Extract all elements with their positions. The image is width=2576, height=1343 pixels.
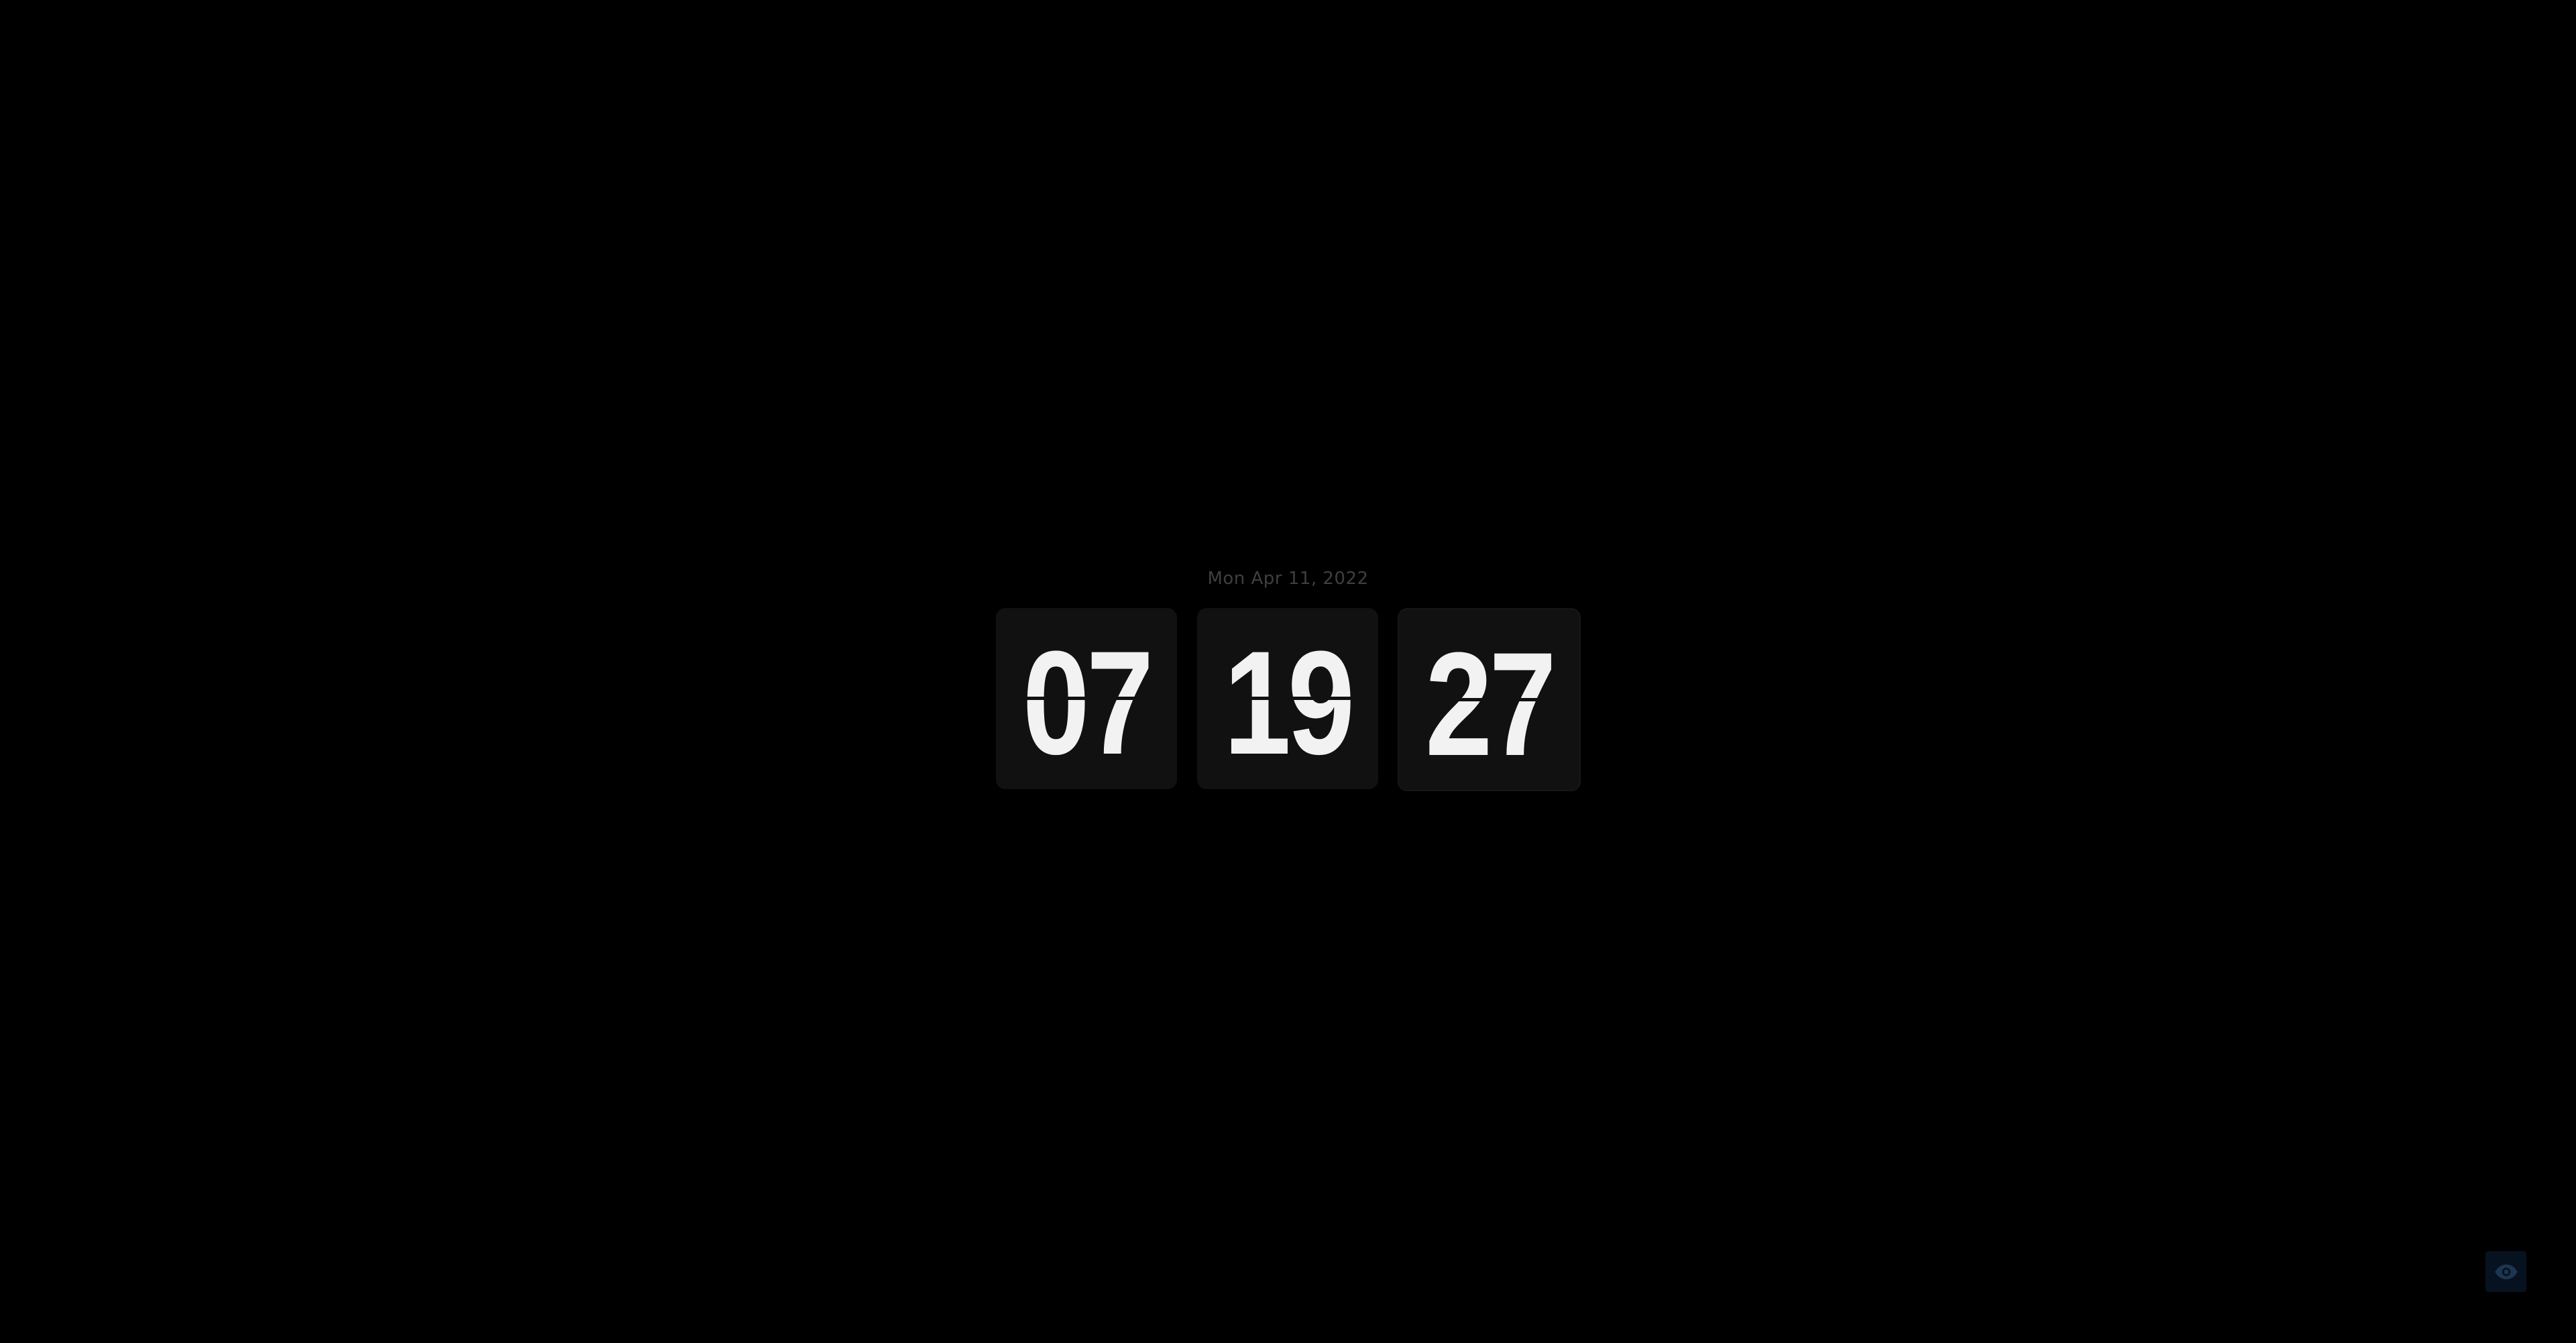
card-split <box>1399 698 1579 701</box>
minutes-card: 19 <box>1197 608 1378 789</box>
card-split <box>1197 697 1378 700</box>
card-split <box>996 697 1177 700</box>
toggle-visibility-button[interactable] <box>2485 1251 2526 1292</box>
seconds-card: 27 <box>1398 608 1581 791</box>
flip-clock: Mon Apr 11, 2022 07 19 27 <box>0 0 2576 1343</box>
date-label: Mon Apr 11, 2022 <box>1207 569 1369 589</box>
hours-card: 07 <box>996 608 1177 789</box>
eye-icon <box>2494 1264 2518 1279</box>
